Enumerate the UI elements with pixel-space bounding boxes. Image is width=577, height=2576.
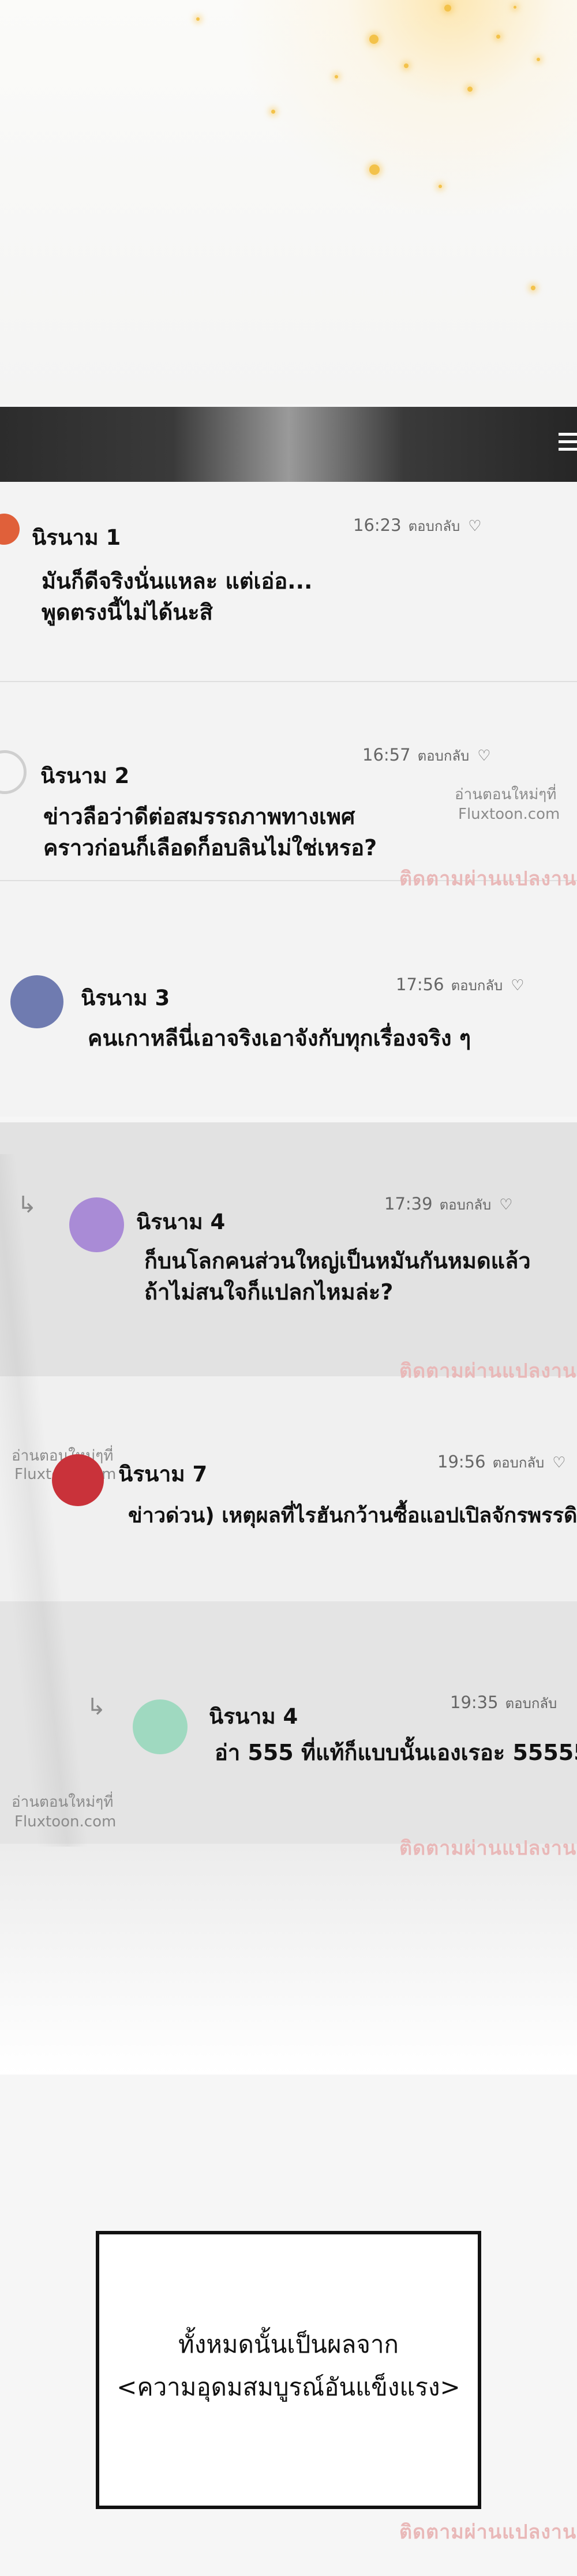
commenter-name: นิรนาม 4 bbox=[136, 1210, 226, 1234]
comment-text: มันก็ดีจริงนั่นแหละ แต่เอ่อ... พูดตรงนี้… bbox=[42, 566, 312, 628]
reply-link[interactable]: ตอบกลับ bbox=[493, 1455, 545, 1471]
reply-link[interactable]: ตอบกลับ bbox=[505, 1695, 557, 1712]
sparkle bbox=[439, 185, 442, 188]
comment-line: ก็บนโลกคนส่วนใหญ่เป็นหมันกันหมดแล้ว bbox=[144, 1248, 531, 1274]
sparkle bbox=[514, 6, 516, 9]
comment-meta: 17:39 ตอบกลับ ♡ bbox=[384, 1193, 513, 1216]
timestamp: 16:57 bbox=[362, 745, 411, 765]
comment-text: ข่าวด่วน) เหตุผลที่ไรฮันกว้านซื้อแอปเปิล… bbox=[128, 1500, 577, 1532]
avatar bbox=[69, 1197, 124, 1252]
commenter-name: นิรนาม 7 bbox=[118, 1462, 208, 1487]
comment-line: ถ้าไม่สนใจก็แปลกไหมล่ะ? bbox=[144, 1279, 394, 1305]
avatar bbox=[133, 1699, 188, 1754]
reply-link[interactable]: ตอบกลับ bbox=[440, 1197, 492, 1213]
comment-line: ข่าวด่วน) เหตุผลที่ไรฮันกว้านซื้อแอปเปิล… bbox=[128, 1504, 577, 1527]
commenter-name: นิรนาม 2 bbox=[40, 763, 130, 788]
watermark-text: อ่านตอนใหม่ๆที่ bbox=[12, 1794, 114, 1811]
commenter-name: นิรนาม 3 bbox=[81, 986, 170, 1010]
heart-icon[interactable]: ♡ bbox=[511, 977, 524, 994]
sparkle bbox=[271, 110, 275, 114]
watermark-site: Fluxtoon.com bbox=[14, 1813, 117, 1830]
comment-text: ข่าวลือว่าดีต่อสมรรถภาพทางเพศ คราวก่อนก็… bbox=[43, 801, 377, 863]
timestamp: 17:56 bbox=[396, 975, 444, 994]
heart-icon[interactable]: ♡ bbox=[552, 1454, 565, 1472]
translator-stamp: ติดตามผ่านแปลงาน bbox=[399, 1360, 577, 1383]
comment-line: มันก็ดีจริงนั่นแหละ แต่เอ่อ... bbox=[42, 568, 313, 594]
heart-icon[interactable]: ♡ bbox=[468, 518, 481, 535]
avatar bbox=[52, 1454, 104, 1506]
translator-stamp: ติดตามผ่านแปลงาน bbox=[399, 867, 577, 890]
comment-line: คราวก่อนก็เลือดก็อบลินไม่ใช่เหรอ? bbox=[43, 835, 377, 860]
narration-box: ทั้งหมดนั้นเป็นผลจาก <ความอุดมสมบูรณ์อัน… bbox=[96, 2231, 481, 2509]
avatar bbox=[10, 975, 63, 1028]
comment-text: ก็บนโลกคนส่วนใหญ่เป็นหมันกันหมดแล้ว ถ้าไ… bbox=[144, 1245, 531, 1308]
comment-text: อ่า 555 ที่แท้ก็แบบนั้นเองเรอะ 55555 bbox=[215, 1737, 577, 1768]
divider bbox=[0, 681, 577, 682]
sparkle bbox=[496, 35, 500, 39]
comment-line: อ่า 555 ที่แท้ก็แบบนั้นเองเรอะ 55555 bbox=[215, 1740, 577, 1765]
comment-meta: 17:56 ตอบกลับ ♡ bbox=[396, 974, 524, 997]
sparkle bbox=[467, 87, 473, 92]
sparkle bbox=[531, 286, 535, 290]
narration-line: ทั้งหมดนั้นเป็นผลจาก bbox=[178, 2330, 399, 2358]
comment-meta: 19:35 ตอบกลับ bbox=[450, 1692, 557, 1714]
sparkle bbox=[196, 17, 200, 21]
reply-link[interactable]: ตอบกลับ bbox=[418, 748, 470, 764]
hamburger-menu-icon[interactable] bbox=[554, 428, 577, 458]
reply-link[interactable]: ตอบกลับ bbox=[451, 978, 503, 994]
sparkle bbox=[335, 75, 338, 78]
sparkle bbox=[404, 63, 409, 68]
translator-stamp: ติดตามผ่านแปลงาน bbox=[399, 1837, 577, 1860]
timestamp: 19:35 bbox=[450, 1693, 499, 1712]
timestamp: 17:39 bbox=[384, 1194, 433, 1214]
sparkle bbox=[369, 164, 380, 175]
fade-panel bbox=[0, 1844, 577, 2075]
comment-line: คนเกาหลีนี่เอาจริงเอาจังกับทุกเรื่องจริง… bbox=[88, 1025, 471, 1051]
sparkle bbox=[369, 35, 379, 44]
watermark-site: Fluxtoon.com bbox=[458, 806, 560, 823]
sparkle-background bbox=[0, 0, 577, 404]
app-header-bar bbox=[0, 407, 577, 482]
translator-stamp: ติดตามผ่านแปลงาน bbox=[399, 2521, 577, 2544]
narration-line: <ความอุดมสมบูรณ์อันแข็งแรง> bbox=[117, 2373, 460, 2401]
heart-icon[interactable]: ♡ bbox=[477, 747, 490, 765]
comment-meta: 19:56 ตอบกลับ ♡ bbox=[437, 1451, 566, 1474]
reply-arrow-icon: ↳ bbox=[87, 1694, 106, 1720]
timestamp: 19:56 bbox=[437, 1452, 486, 1472]
comment-line: พูดตรงนี้ไม่ได้นะสิ bbox=[42, 600, 213, 625]
sparkle bbox=[444, 5, 451, 12]
heart-icon[interactable]: ♡ bbox=[499, 1196, 512, 1214]
commenter-name: นิรนาม 1 bbox=[32, 525, 121, 550]
reply-arrow-icon: ↳ bbox=[17, 1192, 37, 1218]
watermark-text: อ่านตอนใหม่ๆที่ bbox=[455, 786, 557, 803]
comment-text: คนเกาหลีนี่เอาจริงเอาจังกับทุกเรื่องจริง… bbox=[88, 1023, 471, 1054]
commenter-name: นิรนาม 4 bbox=[209, 1704, 298, 1729]
comment-meta: 16:23 ตอบกลับ ♡ bbox=[353, 515, 482, 537]
timestamp: 16:23 bbox=[353, 515, 402, 535]
reply-link[interactable]: ตอบกลับ bbox=[409, 518, 460, 534]
sparkle bbox=[537, 58, 540, 61]
comment-meta: 16:57 ตอบกลับ ♡ bbox=[362, 744, 491, 767]
comment-line: ข่าวลือว่าดีต่อสมรรถภาพทางเพศ bbox=[43, 804, 355, 829]
